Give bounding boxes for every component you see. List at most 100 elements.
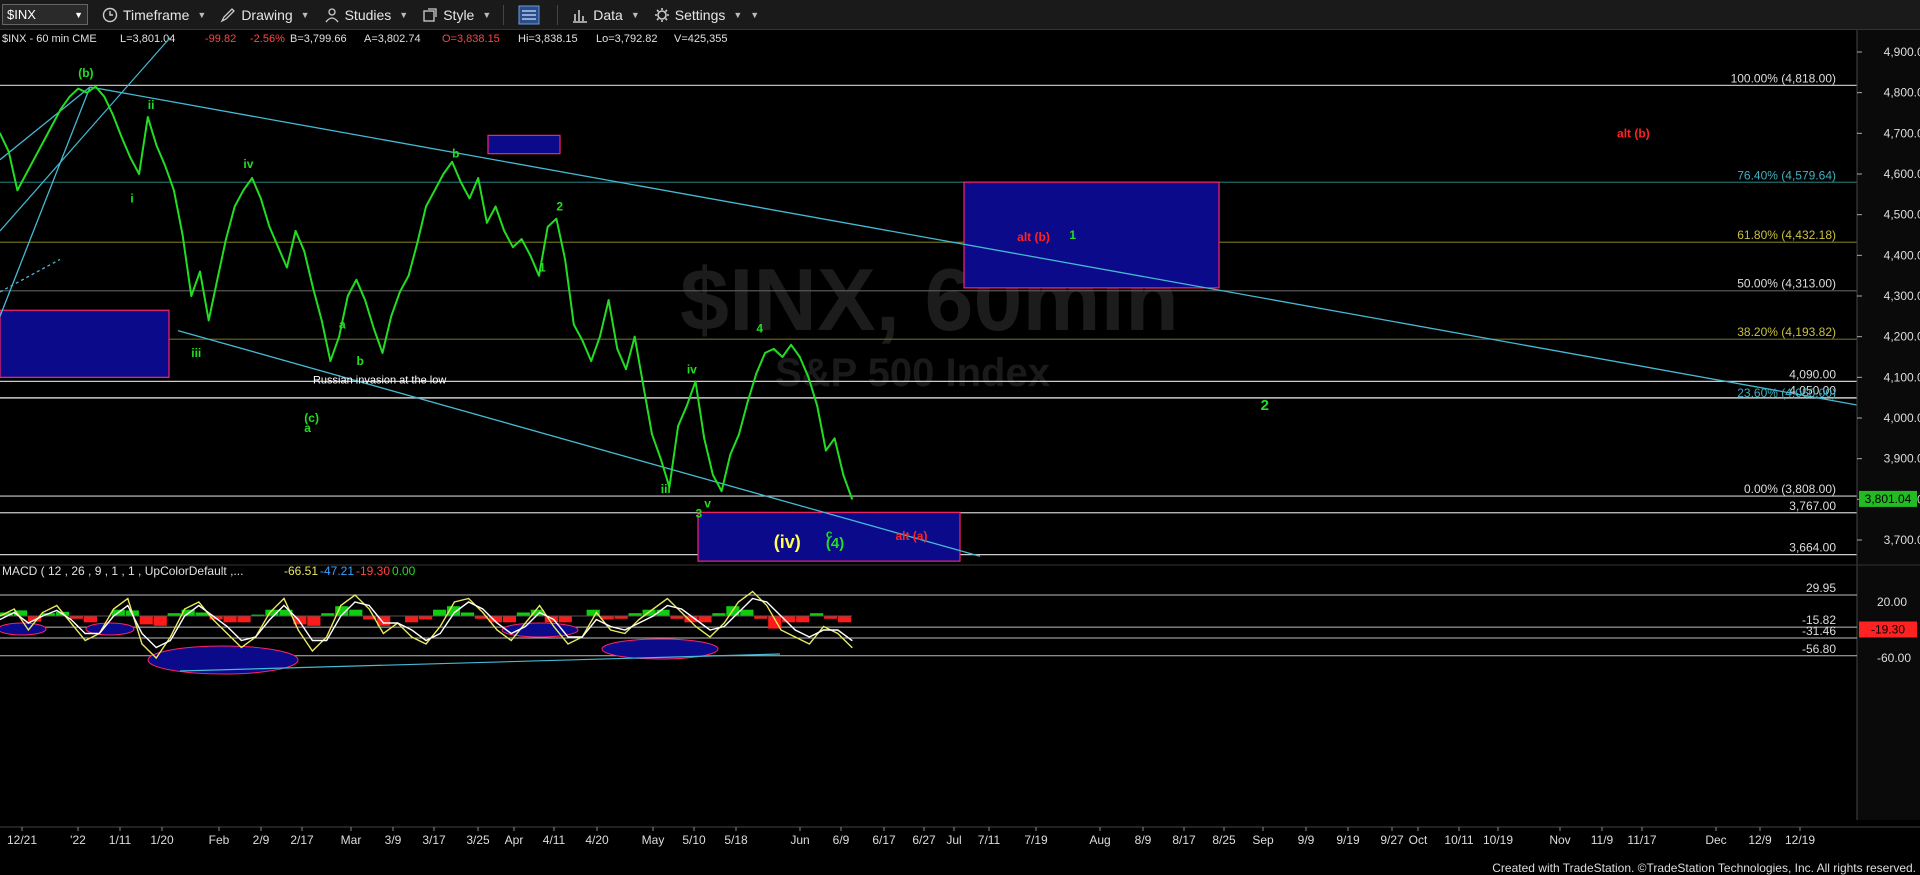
price-point [494,205,497,208]
copyright-footer: Created with TradeStation. ©TradeStation… [1492,861,1916,875]
x-tick-label: 2/9 [253,833,270,847]
price-point [755,372,758,375]
price-point [616,347,619,350]
macd-point [127,597,129,600]
price-point [68,95,71,98]
volume-value: V=425,355 [674,33,728,45]
macd-point [581,636,583,638]
price-point [129,156,132,159]
price-tick-label: 4,800.00 [1884,86,1920,100]
style-menu[interactable]: Style ▼ [422,7,491,23]
wave-label: 1 [1069,228,1076,242]
macd-point [780,615,782,617]
price-point [781,356,784,358]
macd-point [141,632,143,635]
macd-point [553,618,555,621]
macd-point [695,625,697,628]
price-point [677,425,680,428]
studies-label: Studies [344,6,392,23]
macd-point [823,629,825,631]
price-point [520,238,523,240]
pencil-icon [220,7,236,23]
macd-point [70,622,72,624]
layout-button[interactable] [518,5,545,25]
chart-svg[interactable]: $INX - 60 min CME L=3,801.04 -99.82 -2.5… [0,30,1920,860]
macd-histogram-bar [153,616,167,626]
macd-point [297,629,299,631]
macd-point [638,618,640,621]
macd-value-1: -66.51 [284,564,318,578]
macd-histogram-bar [740,609,754,616]
trend-line [0,86,91,161]
settings-menu[interactable]: Settings ▼ ▼ [654,7,759,23]
macd-histogram-bar [83,616,97,623]
price-point [155,144,158,147]
macd-point [269,611,271,614]
x-tick-label: 11/9 [1591,833,1614,847]
price-point [146,116,149,118]
macd-point [255,636,257,638]
x-tick-label: 5/10 [682,833,706,847]
macd-point [595,611,598,614]
macd-point [823,625,825,628]
drawing-menu[interactable]: Drawing ▼ [220,7,310,23]
macd-point [638,622,640,624]
macd-point [780,629,782,631]
studies-menu[interactable]: Studies ▼ [324,6,408,23]
last-price: L=3,801.04 [120,33,175,45]
price-point [651,433,653,436]
macd-point [113,615,115,617]
macd-point [84,639,86,642]
overflow-chevron-icon[interactable]: ▼ [750,10,759,20]
macd-point [269,618,271,621]
x-tick-label: 4/20 [585,833,609,847]
price-point [303,250,306,253]
macd-point [652,615,654,617]
trend-line [0,258,61,293]
price-point [503,230,506,232]
macd-point [240,646,242,649]
symbol-selector[interactable]: $INX ▼ [2,4,88,25]
x-tick-label: Mar [341,833,362,847]
macd-point [567,643,569,645]
x-tick-label: 9/9 [1298,833,1315,847]
data-menu[interactable]: Data ▼ [572,7,640,23]
price-point [607,299,610,301]
x-tick-label: 5/18 [724,833,748,847]
price-point [807,376,810,379]
chevron-down-icon: ▼ [74,9,83,20]
macd-point [13,611,15,614]
macd-histogram-bar [405,616,419,623]
macd-value-4: 0.00 [392,564,416,578]
timeframe-menu[interactable]: Timeframe ▼ [102,7,206,23]
macd-point [709,629,711,631]
x-tick-label: Sep [1252,833,1274,847]
toolbar-divider [557,4,559,25]
price-tick-label: 3,700.00 [1884,533,1920,547]
price-point [259,197,262,200]
macd-point [496,622,498,624]
macd-point [737,611,740,614]
price-point [703,437,706,440]
macd-point [709,636,711,638]
price-point [625,368,627,371]
macd-point [382,632,384,635]
price-point [798,356,801,358]
chart-area[interactable]: $INX - 60 min CME L=3,801.04 -99.82 -2.5… [0,30,1920,860]
price-point [33,156,36,159]
high-value: Hi=3,838.15 [518,33,578,45]
price-point [555,217,558,220]
price-point [399,291,401,293]
bar-chart-icon [572,7,588,23]
wave-label: 1 [539,261,546,275]
wave-label: iv [243,157,253,171]
price-point [294,230,297,232]
price-point [407,274,410,277]
price-level-label: 0.00% (3,808.00) [1744,482,1836,496]
x-tick-label: 1/20 [150,833,174,847]
x-tick-label: 7/19 [1024,833,1048,847]
x-tick-label: Jul [946,833,961,847]
wave-label: alt (a) [895,529,927,543]
x-tick-label: 10/19 [1483,833,1513,847]
x-tick-label: 6/17 [872,833,896,847]
